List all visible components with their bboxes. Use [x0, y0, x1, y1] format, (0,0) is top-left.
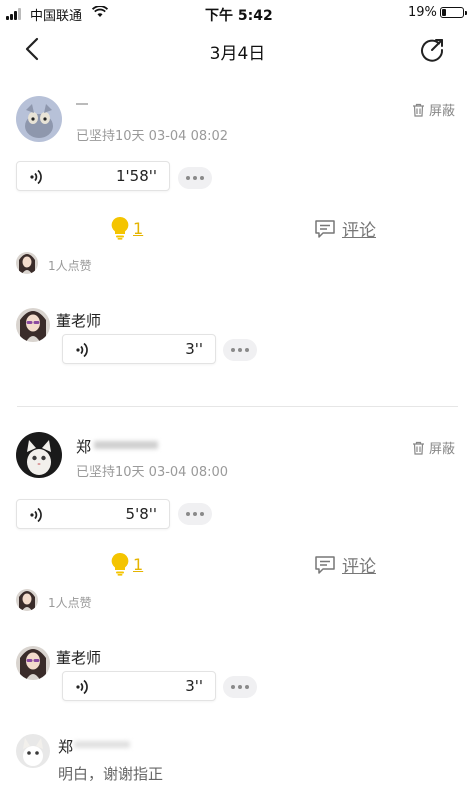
- voice-duration: 3'': [185, 340, 203, 358]
- liked-by-count: 1人点赞: [48, 259, 92, 273]
- liker-avatar[interactable]: [16, 252, 38, 274]
- comment-button[interactable]: 评论: [314, 552, 376, 577]
- voice-wave-icon: [30, 507, 42, 523]
- block-label: 屏蔽: [428, 104, 455, 119]
- share-icon[interactable]: [418, 36, 446, 64]
- user-avatar[interactable]: [16, 432, 62, 478]
- reply-avatar[interactable]: [16, 308, 50, 342]
- user-name-redacted: [76, 103, 88, 105]
- post-card: 郑 已坚持10天 03-04 08:00 屏蔽 5'8'' 1 评论 1人点赞 …: [0, 426, 475, 799]
- comment-icon: [315, 219, 335, 238]
- clock: 下午 5:42: [205, 8, 273, 24]
- voice-wave-icon: [76, 342, 88, 358]
- comment-text: 明白，谢谢指正: [58, 765, 164, 783]
- user-avatar[interactable]: [16, 96, 62, 142]
- comment-label: 评论: [342, 557, 376, 577]
- voice-duration: 5'8'': [125, 505, 157, 523]
- block-button[interactable]: 屏蔽: [412, 100, 455, 119]
- lightbulb-icon: [111, 552, 129, 576]
- wifi-icon: [92, 6, 108, 17]
- battery-percentage: 19%: [408, 5, 437, 20]
- liker-avatar[interactable]: [16, 589, 38, 611]
- trash-icon: [412, 441, 424, 455]
- battery-icon: [440, 7, 467, 18]
- block-label: 屏蔽: [428, 442, 455, 457]
- commenter-name: 郑: [58, 738, 74, 756]
- voice-wave-icon: [76, 679, 88, 695]
- block-button[interactable]: 屏蔽: [412, 438, 455, 457]
- commenter-name-redacted: [74, 741, 130, 748]
- reply-avatar[interactable]: [16, 646, 50, 680]
- post-meta: 已坚持10天 03-04 08:02: [76, 129, 229, 144]
- cellular-signal-icon: [6, 8, 26, 20]
- comment-button[interactable]: 评论: [314, 216, 376, 241]
- more-options-button[interactable]: [223, 339, 257, 361]
- more-options-button[interactable]: [178, 503, 212, 525]
- liked-by-count: 1人点赞: [48, 596, 92, 610]
- post-card: 已坚持10天 03-04 08:02 屏蔽 1'58'' 1 评论 1人点赞 董…: [0, 90, 475, 405]
- like-button[interactable]: 1: [110, 552, 143, 576]
- reply-voice-message[interactable]: 3'': [62, 334, 216, 364]
- like-count: 1: [133, 218, 144, 238]
- voice-duration: 1'58'': [115, 167, 157, 185]
- voice-message[interactable]: 1'58'': [16, 161, 170, 191]
- user-name-redacted: [94, 441, 158, 449]
- user-name: 郑: [76, 438, 92, 456]
- page-title: 3月4日: [209, 44, 266, 64]
- more-options-button[interactable]: [178, 167, 212, 189]
- comment-icon: [315, 555, 335, 574]
- voice-wave-icon: [30, 169, 42, 185]
- reply-user-name: 董老师: [56, 649, 102, 667]
- more-options-button[interactable]: [223, 676, 257, 698]
- commenter-avatar[interactable]: [16, 734, 50, 768]
- like-button[interactable]: 1: [110, 216, 143, 240]
- post-divider: [17, 406, 458, 407]
- comment-label: 评论: [342, 221, 376, 241]
- voice-duration: 3'': [185, 677, 203, 695]
- lightbulb-icon: [111, 216, 129, 240]
- post-meta: 已坚持10天 03-04 08:00: [76, 465, 229, 480]
- status-bar: 中国联通 下午 5:42 19%: [0, 0, 475, 26]
- trash-icon: [412, 103, 424, 117]
- reply-user-name: 董老师: [56, 312, 102, 330]
- like-count: 1: [133, 554, 144, 574]
- voice-message[interactable]: 5'8'': [16, 499, 170, 529]
- reply-voice-message[interactable]: 3'': [62, 671, 216, 701]
- carrier-name: 中国联通: [30, 9, 83, 24]
